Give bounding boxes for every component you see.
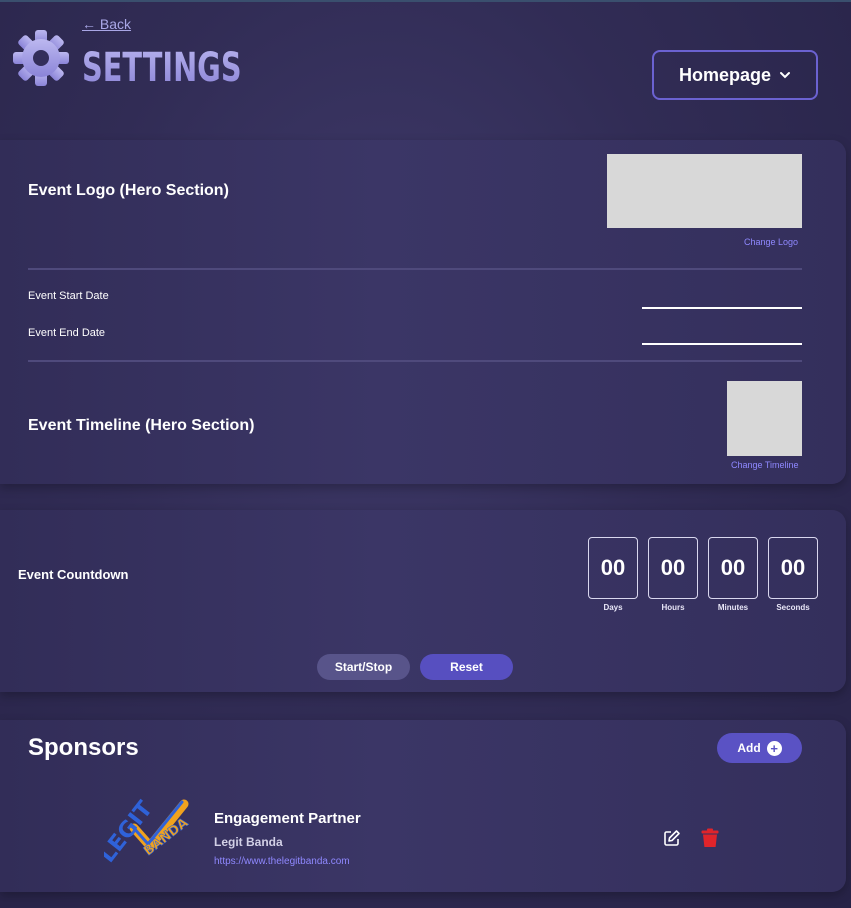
plus-icon: + xyxy=(766,740,782,756)
start-stop-button[interactable]: Start/Stop xyxy=(317,654,410,680)
change-timeline-link[interactable]: Change Timeline xyxy=(731,460,799,470)
event-timeline-heading: Event Timeline (Hero Section) xyxy=(28,417,255,434)
countdown-label: Event Countdown xyxy=(18,567,129,582)
countdown-card: Event Countdown 00 Days 00 Hours 00 Minu… xyxy=(0,510,846,692)
countdown-value: 00 xyxy=(588,537,638,599)
divider xyxy=(28,360,802,362)
countdown-value: 00 xyxy=(648,537,698,599)
page-select-dropdown[interactable]: Homepage xyxy=(652,50,818,100)
countdown-caption: Hours xyxy=(661,603,685,612)
countdown-minutes: 00 Minutes xyxy=(708,537,758,612)
sponsors-title: Sponsors xyxy=(28,734,139,761)
start-date-input[interactable] xyxy=(642,307,802,309)
page-select-label: Homepage xyxy=(678,64,772,85)
countdown-days: 00 Days xyxy=(588,537,638,612)
divider xyxy=(28,268,802,270)
edit-icon[interactable] xyxy=(663,829,681,847)
window-top-edge xyxy=(0,0,851,2)
back-link[interactable]: ← Back xyxy=(82,16,131,32)
reset-button[interactable]: Reset xyxy=(420,654,513,680)
trash-icon[interactable] xyxy=(701,828,719,848)
countdown-caption: Days xyxy=(603,603,623,612)
add-label: Add xyxy=(737,741,761,755)
hero-settings-card: Event Logo (Hero Section) Change Logo Ev… xyxy=(0,140,846,484)
event-timeline-preview xyxy=(727,381,802,456)
countdown-caption: Seconds xyxy=(776,603,810,612)
gear-icon xyxy=(12,29,70,87)
sponsor-logo: LEGIT BANDA xyxy=(95,797,204,880)
end-date-label: Event End Date xyxy=(28,327,106,339)
countdown-caption: Minutes xyxy=(717,603,749,612)
change-logo-link[interactable]: Change Logo xyxy=(744,237,798,247)
sponsor-name: Legit Banda xyxy=(214,835,283,849)
sponsors-card: Sponsors Add + LEGIT BANDA Engagement Pa… xyxy=(0,720,846,892)
countdown-value: 00 xyxy=(768,537,818,599)
start-date-label: Event Start Date xyxy=(28,290,109,302)
sponsor-url-link[interactable]: https://www.thelegitbanda.com xyxy=(214,856,350,867)
end-date-input[interactable] xyxy=(642,343,802,345)
event-logo-preview xyxy=(607,154,802,228)
sponsor-role: Engagement Partner xyxy=(214,810,361,827)
event-logo-heading: Event Logo (Hero Section) xyxy=(28,182,229,199)
chevron-down-icon xyxy=(779,65,791,86)
countdown-value: 00 xyxy=(708,537,758,599)
add-sponsor-button[interactable]: Add + xyxy=(717,733,802,763)
page-title: SETTINGS xyxy=(82,45,242,91)
countdown-hours: 00 Hours xyxy=(648,537,698,612)
countdown-seconds: 00 Seconds xyxy=(768,537,818,612)
